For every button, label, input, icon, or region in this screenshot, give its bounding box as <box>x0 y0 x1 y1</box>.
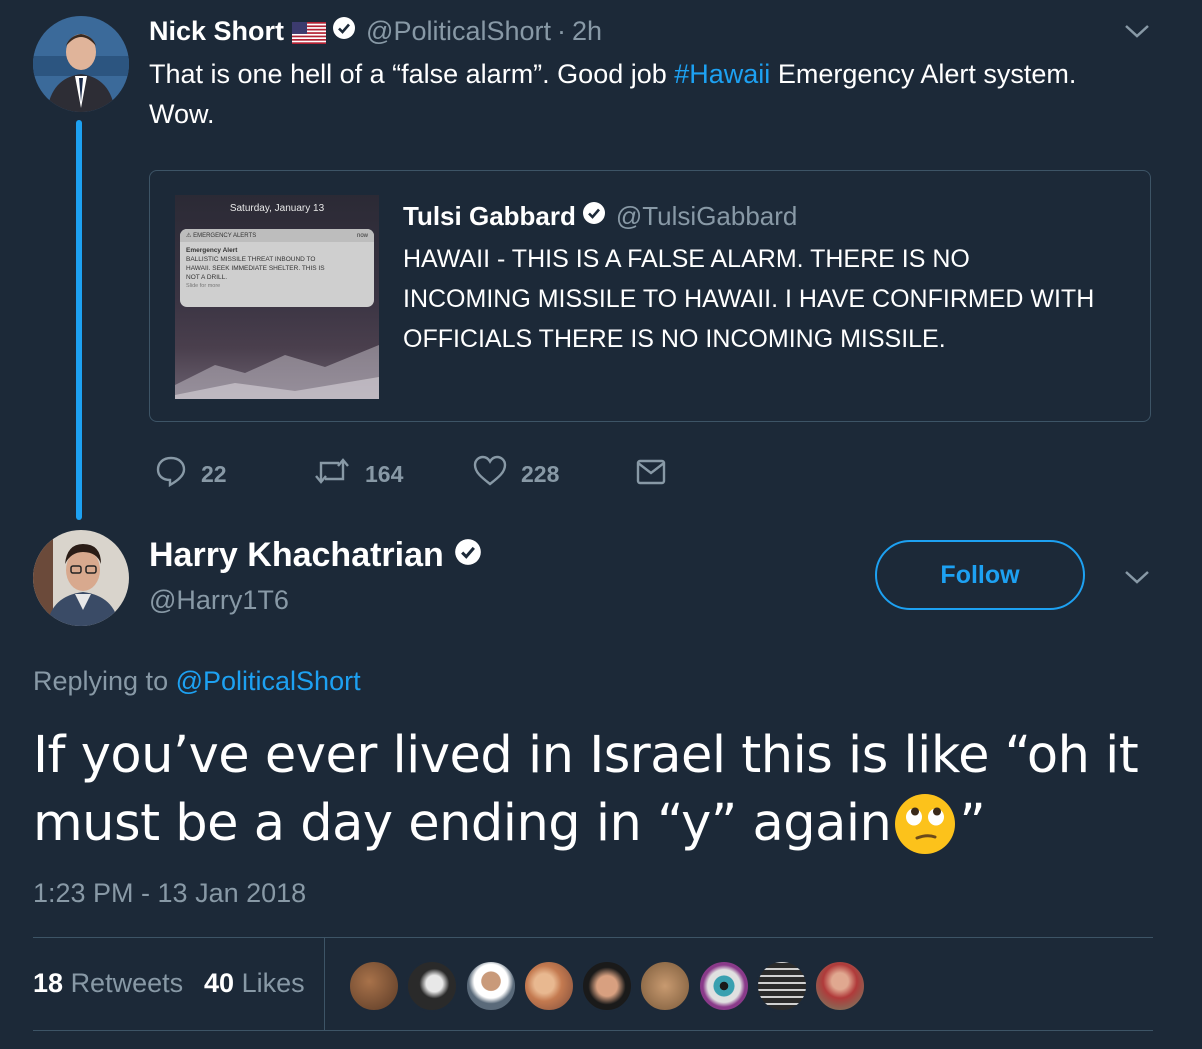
retweet-action[interactable]: 164 <box>313 455 403 493</box>
tweet-timestamp[interactable]: 1:23 PM - 13 Jan 2018 <box>33 878 306 909</box>
alert-time: now <box>356 232 368 239</box>
reply-icon <box>155 455 187 493</box>
like-action[interactable]: 228 <box>473 455 559 493</box>
alert-line1: BALLISTIC MISSILE THREAT INBOUND TO <box>186 256 316 263</box>
tweet-text-line2: Wow. <box>149 99 215 129</box>
replying-to: Replying to @PoliticalShort <box>33 666 361 697</box>
heart-icon <box>473 455 507 493</box>
author-name[interactable]: Nick Short <box>149 16 284 47</box>
quoted-text-line3: OFFICIALS THERE IS NO INCOMING MISSILE. <box>403 325 946 353</box>
retweet-count: 164 <box>365 460 404 487</box>
alert-slide: Slide for more <box>186 283 221 289</box>
liker-avatar[interactable] <box>639 960 691 1012</box>
thread-line <box>76 120 82 520</box>
retweet-stats-count: 18 <box>33 968 64 998</box>
quoted-author-name[interactable]: Tulsi Gabbard <box>403 201 576 232</box>
replying-prefix: Replying to <box>33 666 176 696</box>
chevron-down-icon[interactable] <box>1124 22 1150 40</box>
tweet-text-part1: That is one hell of a “false alarm”. Goo… <box>149 59 675 89</box>
liker-avatar[interactable] <box>348 960 400 1012</box>
verified-badge-icon <box>454 536 482 575</box>
quoted-text: HAWAII - THIS IS A FALSE ALARM. THERE IS… <box>403 239 1143 359</box>
liker-avatar[interactable] <box>698 960 750 1012</box>
liker-avatar[interactable] <box>406 960 458 1012</box>
tweet-text-line2-b: ” <box>959 794 986 853</box>
retweet-icon <box>313 455 351 493</box>
quoted-author-handle[interactable]: @TulsiGabbard <box>616 201 798 232</box>
likers-avatars <box>348 960 868 1012</box>
quoted-header: Tulsi Gabbard @TulsiGabbard <box>403 201 797 232</box>
verified-badge-icon <box>582 201 606 232</box>
author-name-row: Harry Khachatrian <box>149 536 482 575</box>
warning-icon: ⚠ <box>186 233 192 239</box>
author-name[interactable]: Harry Khachatrian <box>149 536 444 575</box>
hashtag-link[interactable]: #Hawaii <box>674 59 770 89</box>
quoted-text-line1: HAWAII - THIS IS A FALSE ALARM. THERE IS… <box>403 245 970 273</box>
time-separator: · <box>557 15 567 46</box>
author-handle[interactable]: @PoliticalShort <box>366 16 551 47</box>
liker-avatar[interactable] <box>523 960 575 1012</box>
liker-avatar[interactable] <box>465 960 517 1012</box>
quoted-text-line2: INCOMING MISSILE TO HAWAII. I HAVE CONFI… <box>403 285 1095 313</box>
chevron-down-icon[interactable] <box>1124 568 1150 586</box>
replying-handle-link[interactable]: @PoliticalShort <box>176 666 361 696</box>
alert-line3: NOT A DRILL. <box>186 274 228 281</box>
verified-badge-icon <box>332 16 356 47</box>
eye-roll-emoji-icon <box>893 792 957 856</box>
tweet-text: If you’ve ever lived in Israel this is l… <box>33 722 1163 858</box>
tweet-text-line2-a: must be a day ending in “y” again <box>33 794 892 853</box>
tweet-text-line1: If you’ve ever lived in Israel this is l… <box>33 726 1139 785</box>
alert-header-label: EMERGENCY ALERTS <box>193 233 257 239</box>
retweet-stats[interactable]: 18 Retweets <box>33 968 183 999</box>
tweet-text-part2: Emergency Alert system. <box>770 59 1077 89</box>
tweet-text: That is one hell of a “false alarm”. Goo… <box>149 54 1149 134</box>
alert-date: Saturday, January 13 <box>229 203 325 214</box>
liker-avatar[interactable] <box>814 960 866 1012</box>
message-icon[interactable] <box>636 459 666 490</box>
reply-action[interactable]: 22 <box>155 455 227 493</box>
follow-button[interactable]: Follow <box>875 540 1085 610</box>
like-stats-label: Likes <box>241 968 305 998</box>
divider-bottom <box>33 1030 1153 1031</box>
liker-avatar[interactable] <box>756 960 808 1012</box>
alert-notification: ⚠ EMERGENCY ALERTS now Emergency Alert B… <box>180 229 374 307</box>
quoted-tweet-card[interactable]: Saturday, January 13 ⚠ EMERGENCY ALERTS … <box>149 170 1151 422</box>
reply-count: 22 <box>201 460 227 487</box>
tweet-time[interactable]: 2h <box>572 16 602 47</box>
alert-title: Emergency Alert <box>186 247 238 254</box>
like-stats-count: 40 <box>204 968 235 998</box>
liker-avatar[interactable] <box>581 960 633 1012</box>
quoted-tweet-image[interactable]: Saturday, January 13 ⚠ EMERGENCY ALERTS … <box>175 195 379 399</box>
tweet-header: Nick Short @PoliticalShort · 2h <box>149 14 602 48</box>
stats-divider-vertical <box>324 938 325 1030</box>
avatar[interactable] <box>33 530 129 626</box>
alert-header: ⚠ EMERGENCY ALERTS <box>186 232 256 239</box>
retweet-stats-label: Retweets <box>70 968 184 998</box>
like-stats[interactable]: 40 Likes <box>204 968 305 999</box>
author-handle[interactable]: @Harry1T6 <box>149 585 289 616</box>
us-flag-icon <box>292 20 327 44</box>
like-count: 228 <box>521 460 560 487</box>
alert-line2: HAWAII. SEEK IMMEDIATE SHELTER. THIS IS <box>186 265 325 272</box>
avatar[interactable] <box>33 16 129 112</box>
divider-top <box>33 937 1153 938</box>
tweet-text-line2: must be a day ending in “y” again ” <box>33 790 1163 858</box>
